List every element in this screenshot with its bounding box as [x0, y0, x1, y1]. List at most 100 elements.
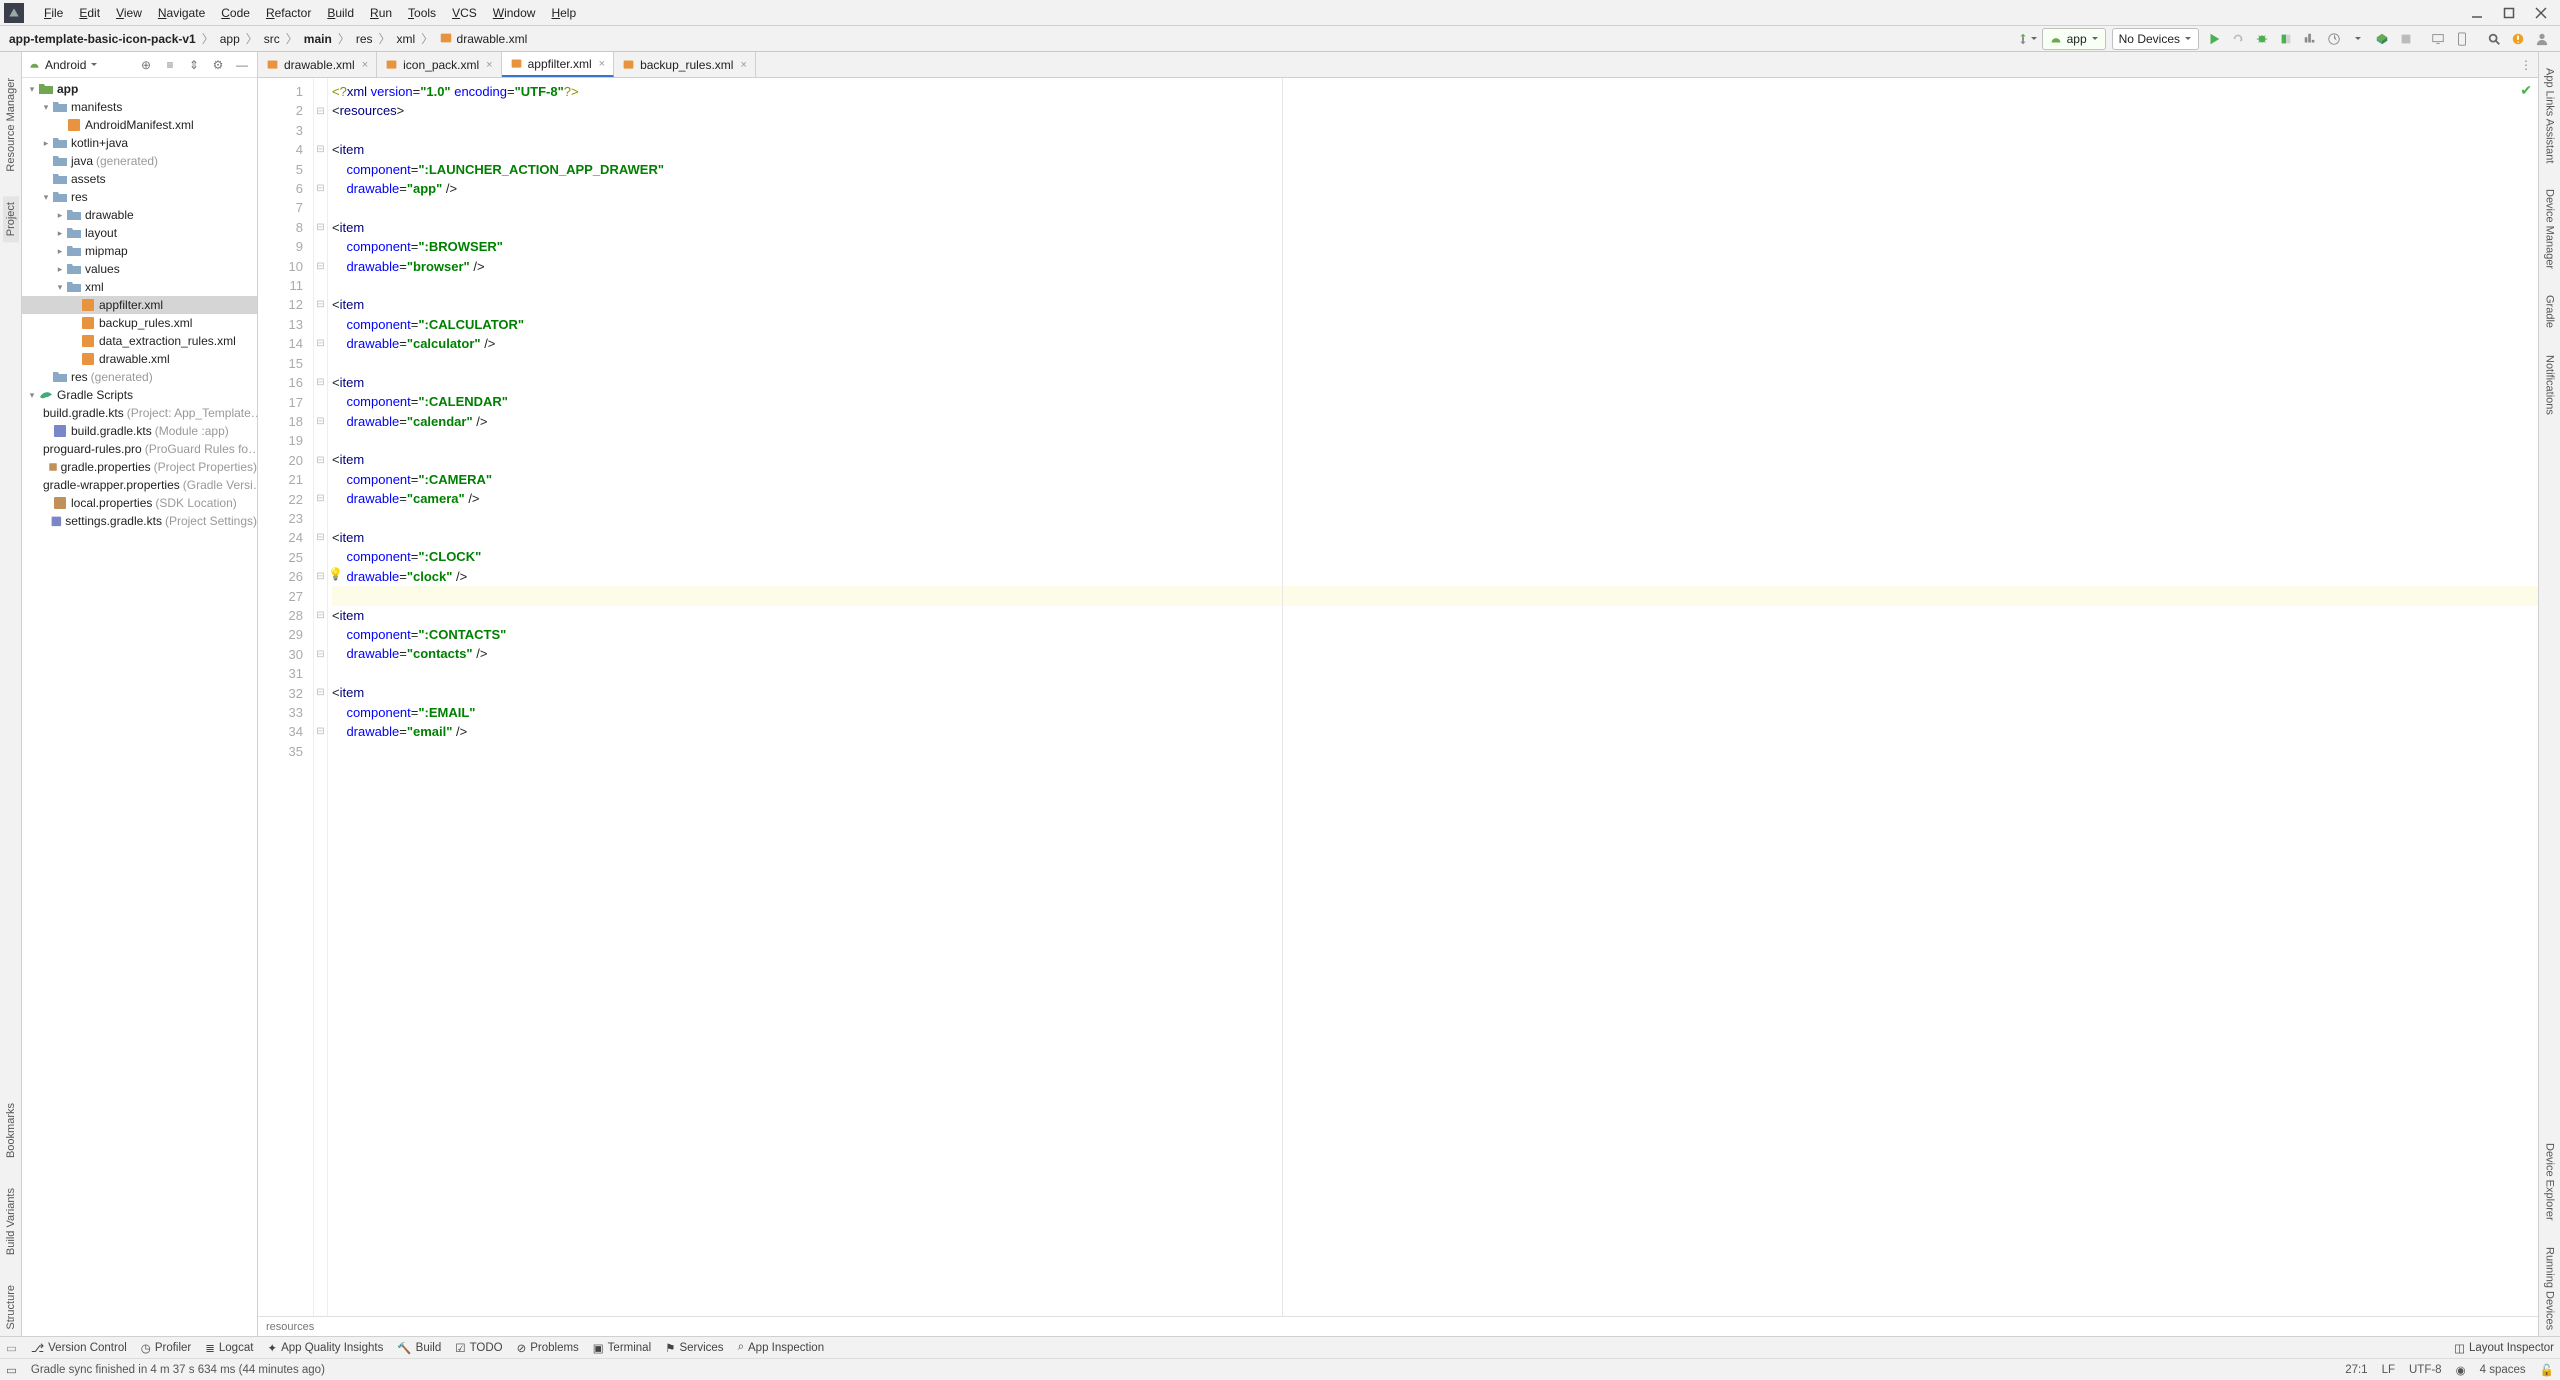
project-tree[interactable]: ▾app▾manifestsAndroidManifest.xml▸kotlin… — [22, 78, 257, 1336]
tree-row[interactable]: build.gradle.kts(Module :app) — [22, 422, 257, 440]
close-tab-icon[interactable]: × — [486, 59, 492, 71]
run-config-selector[interactable]: app — [2042, 28, 2106, 50]
settings-icon[interactable]: ⚙ — [209, 56, 227, 74]
breadcrumb-segment[interactable]: xml — [394, 32, 419, 46]
readonly-lock-icon[interactable]: 🔓 — [2540, 1363, 2554, 1377]
sync-gradle-icon[interactable] — [2016, 28, 2038, 50]
menu-help[interactable]: Help — [543, 6, 584, 20]
bottom-tab-services[interactable]: ⚑Services — [665, 1341, 723, 1355]
tree-row[interactable]: assets — [22, 170, 257, 188]
bottom-tab-problems[interactable]: ⊘Problems — [517, 1341, 579, 1355]
tree-row[interactable]: proguard-rules.pro(ProGuard Rules fo… — [22, 440, 257, 458]
profile-button[interactable] — [2299, 28, 2321, 50]
editor-tab[interactable]: backup_rules.xml× — [614, 52, 756, 77]
bottom-tab-terminal[interactable]: ▣Terminal — [593, 1341, 651, 1355]
file-encoding[interactable]: UTF-8 — [2409, 1364, 2442, 1376]
tree-row[interactable]: backup_rules.xml — [22, 314, 257, 332]
updates-button[interactable] — [2507, 28, 2529, 50]
bottom-tab-logcat[interactable]: ≣Logcat — [205, 1341, 253, 1355]
tree-row[interactable]: ▸layout — [22, 224, 257, 242]
sidebar-tab-project[interactable]: Project — [3, 196, 19, 242]
breadcrumb-segment[interactable]: app — [217, 32, 243, 46]
indent-setting[interactable]: 4 spaces — [2480, 1364, 2526, 1376]
bottom-tab-profiler[interactable]: ◷Profiler — [141, 1341, 191, 1355]
menu-edit[interactable]: Edit — [71, 6, 108, 20]
sidebar-tab-build-variants[interactable]: Build Variants — [3, 1182, 19, 1261]
menu-code[interactable]: Code — [213, 6, 258, 20]
menu-build[interactable]: Build — [319, 6, 362, 20]
intention-bulb-icon[interactable]: 💡 — [328, 567, 343, 581]
close-window-button[interactable] — [2526, 2, 2556, 24]
menu-run[interactable]: Run — [362, 6, 400, 20]
tabs-more-icon[interactable]: ⋮ — [2514, 52, 2538, 77]
editor-breadcrumb[interactable]: resources — [258, 1316, 2538, 1336]
sidebar-tab-gradle[interactable]: Gradle — [2542, 289, 2558, 334]
select-opened-file-icon[interactable]: ⊕ — [137, 56, 155, 74]
sidebar-tab-notifications[interactable]: Notifications — [2542, 349, 2558, 421]
hide-panel-icon[interactable]: — — [233, 56, 251, 74]
tree-row[interactable]: ▸values — [22, 260, 257, 278]
sidebar-tab-running-devices[interactable]: Running Devices — [2542, 1241, 2558, 1336]
tree-row[interactable]: gradle-wrapper.properties(Gradle Versi… — [22, 476, 257, 494]
sdk-manager-button[interactable] — [2451, 28, 2473, 50]
line-separator[interactable]: LF — [2382, 1364, 2395, 1376]
debug-button[interactable] — [2251, 28, 2273, 50]
close-tab-icon[interactable]: × — [740, 59, 746, 71]
bottom-tab-build[interactable]: 🔨Build — [397, 1341, 441, 1355]
device-selector[interactable]: No Devices — [2112, 28, 2199, 50]
stop-button[interactable] — [2395, 28, 2417, 50]
close-tab-icon[interactable]: × — [362, 59, 368, 71]
collapse-all-icon[interactable]: ⇕ — [185, 56, 203, 74]
build-button[interactable] — [2371, 28, 2393, 50]
bottom-tab-todo[interactable]: ☑TODO — [455, 1341, 502, 1355]
bottom-tab-app-inspection[interactable]: ⌕App Inspection — [738, 1341, 825, 1354]
tree-row[interactable]: ▾xml — [22, 278, 257, 296]
tree-row[interactable]: AndroidManifest.xml — [22, 116, 257, 134]
menu-tools[interactable]: Tools — [400, 6, 444, 20]
tree-row[interactable]: local.properties(SDK Location) — [22, 494, 257, 512]
breadcrumb-segment[interactable]: drawable.xml — [436, 31, 530, 46]
breadcrumb[interactable]: app-template-basic-icon-pack-v1〉app〉src〉… — [6, 30, 530, 47]
tree-row[interactable]: ▾app — [22, 80, 257, 98]
caret-position[interactable]: 27:1 — [2345, 1364, 2367, 1376]
editor-tab[interactable]: drawable.xml× — [258, 52, 377, 77]
menu-file[interactable]: File — [36, 6, 71, 20]
menu-navigate[interactable]: Navigate — [150, 6, 213, 20]
line-number-gutter[interactable]: 1234567891011121314151617181920212223242… — [258, 78, 314, 1316]
apply-changes-button[interactable] — [2227, 28, 2249, 50]
tree-row[interactable]: appfilter.xml — [22, 296, 257, 314]
sidebar-tab-bookmarks[interactable]: Bookmarks — [3, 1097, 19, 1164]
more-run-button[interactable] — [2347, 28, 2369, 50]
breadcrumb-segment[interactable]: res — [353, 32, 376, 46]
bottom-tab-app-quality[interactable]: ✦App Quality Insights — [267, 1341, 383, 1355]
editor-tab[interactable]: icon_pack.xml× — [377, 52, 501, 77]
breadcrumb-segment[interactable]: main — [301, 32, 335, 46]
editor-tab[interactable]: appfilter.xml× — [502, 52, 614, 77]
tree-row[interactable]: res(generated) — [22, 368, 257, 386]
sidebar-tab-resource-manager[interactable]: Resource Manager — [3, 72, 19, 178]
tree-row[interactable]: settings.gradle.kts(Project Settings) — [22, 512, 257, 530]
tree-row[interactable]: data_extraction_rules.xml — [22, 332, 257, 350]
account-icon[interactable] — [2531, 28, 2553, 50]
menu-window[interactable]: Window — [485, 6, 544, 20]
fold-gutter[interactable]: ⊟⊟⊟⊟⊟⊟⊟⊟⊟⊟⊟⊟⊟⊟⊟⊟⊟ — [314, 78, 328, 1316]
project-view-selector[interactable]: Android — [28, 58, 131, 72]
maximize-button[interactable] — [2494, 2, 2524, 24]
sidebar-tab-device-manager[interactable]: Device Manager — [2542, 183, 2558, 275]
tree-row[interactable]: drawable.xml — [22, 350, 257, 368]
sidebar-tab-device-explorer[interactable]: Device Explorer — [2542, 1137, 2558, 1227]
run-button[interactable] — [2203, 28, 2225, 50]
breadcrumb-segment[interactable]: src — [261, 32, 283, 46]
attach-debugger-button[interactable] — [2323, 28, 2345, 50]
tree-row[interactable]: ▾manifests — [22, 98, 257, 116]
menu-vcs[interactable]: VCS — [444, 6, 485, 20]
search-everywhere-button[interactable] — [2483, 28, 2505, 50]
expand-all-icon[interactable]: ≡ — [161, 56, 179, 74]
tree-row[interactable]: gradle.properties(Project Properties) — [22, 458, 257, 476]
menu-refactor[interactable]: Refactor — [258, 6, 319, 20]
sidebar-tab-structure[interactable]: Structure — [3, 1279, 19, 1336]
code-editor[interactable]: <?xml version="1.0" encoding="UTF-8"?><r… — [328, 78, 2538, 1316]
bottom-tab-layout-inspector[interactable]: ◫Layout Inspector — [2454, 1341, 2554, 1355]
tree-row[interactable]: ▸mipmap — [22, 242, 257, 260]
minimize-button[interactable] — [2462, 2, 2492, 24]
